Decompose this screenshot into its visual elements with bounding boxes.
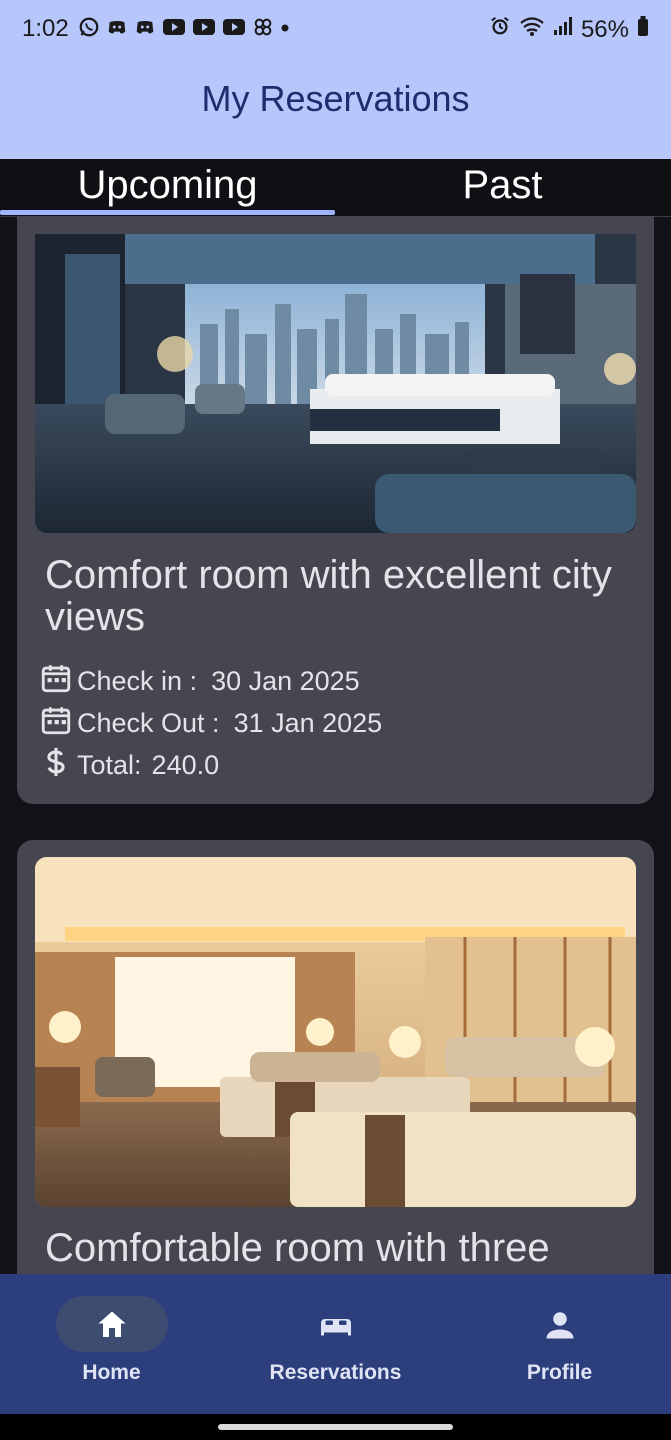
discord-icon bbox=[106, 16, 128, 45]
tab-upcoming[interactable]: Upcoming bbox=[0, 159, 335, 216]
pinwheel-icon bbox=[252, 16, 274, 45]
youtube-icon bbox=[162, 16, 186, 45]
nav-home-label: Home bbox=[82, 1361, 141, 1384]
room-photo bbox=[35, 234, 636, 533]
bottom-navigation: Home Reservations Profile bbox=[0, 1274, 671, 1414]
status-bar: 1:02 56% bbox=[0, 0, 671, 60]
nav-home[interactable]: Home bbox=[0, 1274, 223, 1414]
discord-icon bbox=[134, 16, 156, 45]
gesture-handle[interactable] bbox=[218, 1424, 453, 1430]
check-in-label: Check in : bbox=[77, 665, 198, 696]
tab-past[interactable]: Past bbox=[335, 159, 670, 216]
room-title: Comfortable room with three bbox=[45, 1226, 550, 1270]
nav-reservations[interactable]: Reservations bbox=[224, 1274, 447, 1414]
whatsapp-icon bbox=[78, 16, 100, 45]
system-gesture-bar bbox=[0, 1414, 671, 1440]
total-amount: 240.0 bbox=[151, 749, 220, 780]
reservation-card[interactable]: Comfortable room with three bbox=[17, 840, 654, 1274]
battery-percent: 56% bbox=[580, 15, 629, 43]
wifi-icon bbox=[519, 15, 545, 44]
check-out-date: 31 Jan 2025 bbox=[233, 707, 383, 738]
reservation-card[interactable]: Comfort room with excellent city views C… bbox=[17, 216, 654, 804]
calendar-icon bbox=[39, 703, 73, 744]
page-title: My Reservations bbox=[201, 78, 470, 119]
check-in-row: Check in : 30 Jan 2025 bbox=[39, 660, 360, 702]
room-title: Comfort room with excellent city views bbox=[45, 553, 612, 639]
calendar-icon bbox=[39, 661, 73, 702]
reservation-tabs: Upcoming Past bbox=[0, 159, 671, 217]
nav-reservations-label: Reservations bbox=[269, 1361, 402, 1384]
tab-indicator bbox=[0, 210, 335, 215]
total-row: Total: 240.0 bbox=[39, 744, 219, 786]
top-header: 1:02 56% My Reservations bbox=[0, 0, 671, 159]
battery-icon bbox=[637, 15, 649, 44]
alarm-icon bbox=[489, 15, 511, 44]
room-photo bbox=[35, 857, 636, 1207]
reservation-list[interactable]: Comfort room with excellent city views C… bbox=[0, 216, 671, 1274]
dot-icon bbox=[280, 16, 290, 45]
dollar-icon bbox=[39, 745, 73, 786]
total-label: Total: bbox=[77, 749, 142, 780]
status-right: 56% bbox=[489, 15, 649, 44]
check-out-label: Check Out : bbox=[77, 707, 220, 738]
youtube-icon bbox=[192, 16, 216, 45]
check-out-row: Check Out : 31 Jan 2025 bbox=[39, 702, 382, 744]
nav-profile-label: Profile bbox=[526, 1361, 593, 1384]
nav-profile[interactable]: Profile bbox=[448, 1274, 671, 1414]
signal-icon bbox=[553, 15, 573, 44]
check-in-date: 30 Jan 2025 bbox=[211, 665, 360, 696]
notification-icons bbox=[78, 16, 290, 45]
status-time: 1:02 bbox=[22, 15, 69, 42]
youtube-icon bbox=[222, 16, 246, 45]
